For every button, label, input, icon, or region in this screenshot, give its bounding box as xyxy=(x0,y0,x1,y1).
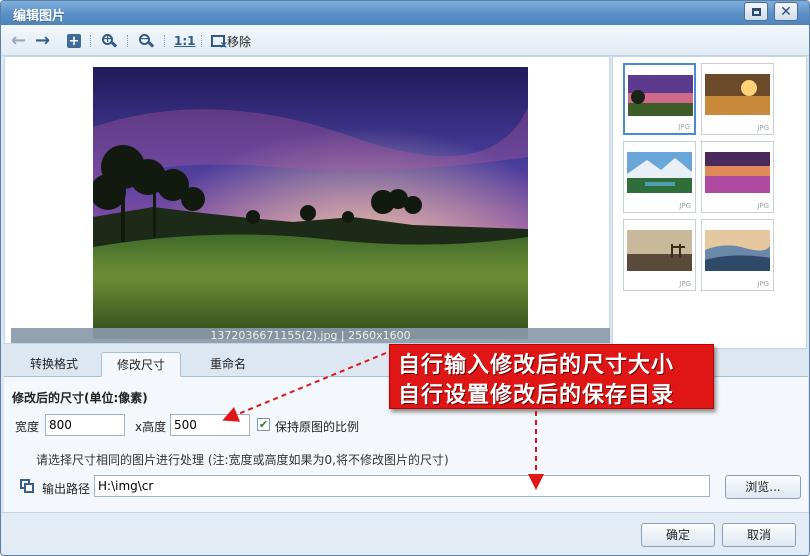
image-preview-area: 1372036671155(2).jpg | 2560x1600 xyxy=(4,56,610,344)
keep-ratio-checkbox[interactable]: ✔ xyxy=(257,418,270,431)
thumbnail-3[interactable]: JPG xyxy=(623,141,696,213)
image-caption-bar: 1372036671155(2).jpg | 2560x1600 xyxy=(11,328,610,343)
arrow-right-icon: → xyxy=(35,30,51,51)
zoom-out-button[interactable]: − xyxy=(139,32,155,50)
thumbnail-6[interactable]: JPG xyxy=(701,219,774,291)
resize-hint: 请选择尺寸相同的图片进行处理 (注:宽度或高度如果为0,将不修改图片的尺寸) xyxy=(36,453,449,467)
thumbnail-5[interactable]: JPG xyxy=(623,219,696,291)
title-bar: 编辑图片 ✕ xyxy=(1,1,809,25)
width-input[interactable]: 800 xyxy=(45,414,125,436)
ok-button[interactable]: 确定 xyxy=(641,523,715,547)
thumbnail-format: JPG xyxy=(679,202,691,210)
forward-button[interactable]: → xyxy=(35,32,50,50)
image-caption: 1372036671155(2).jpg | 2560x1600 xyxy=(210,329,411,342)
annotation-callout: 自行输入修改后的尺寸大小 自行设置修改后的保存目录 xyxy=(389,344,714,409)
cancel-button[interactable]: 取消 xyxy=(722,523,796,547)
actual-size-button[interactable]: 1:1 xyxy=(174,32,196,50)
output-path-input[interactable]: H:\img\cr xyxy=(94,475,710,497)
thumbnail-format: JPG xyxy=(757,202,769,210)
thumbnail-format: JPG xyxy=(678,123,690,131)
arrow-left-icon: ← xyxy=(11,30,27,51)
thumbnail-4[interactable]: JPG xyxy=(701,141,774,213)
remove-icon xyxy=(211,35,228,51)
thumbnail-format: JPG xyxy=(757,124,769,132)
annotation-line-2: 自行设置修改后的保存目录 xyxy=(398,383,675,408)
keep-ratio-label: 保持原图的比例 xyxy=(275,420,360,434)
thumbnail-format: JPG xyxy=(757,280,769,288)
tab-resize[interactable]: 修改尺寸 xyxy=(101,352,181,377)
height-label: x高度 xyxy=(135,420,167,434)
remove-label: 移除 xyxy=(227,34,252,49)
browse-button[interactable]: 浏览... xyxy=(725,475,801,499)
height-input[interactable]: 500 xyxy=(170,414,250,436)
output-folder-icon xyxy=(20,479,36,493)
maximize-icon xyxy=(751,7,761,16)
tab-convert-format[interactable]: 转换格式 xyxy=(14,352,94,377)
dialog-footer: 确定 取消 xyxy=(1,512,809,555)
remove-button[interactable]: 移除 xyxy=(211,32,252,51)
annotation-line-1: 自行输入修改后的尺寸大小 xyxy=(398,353,675,378)
zoom-in-button[interactable]: + xyxy=(102,32,118,50)
thumbnail-2[interactable]: JPG xyxy=(701,63,774,135)
window-title: 编辑图片 xyxy=(13,9,66,24)
maximize-button[interactable] xyxy=(744,2,768,21)
section-title: 修改后的尺寸(单位:像素) xyxy=(12,391,148,405)
width-label: 宽度 xyxy=(15,420,40,434)
preview-image xyxy=(93,67,528,339)
tab-rename[interactable]: 重命名 xyxy=(188,352,268,377)
output-path-label: 输出路径 xyxy=(42,482,91,496)
thumbnail-panel: JPG JPG JPG JPG JPG JPG xyxy=(612,56,807,349)
zoom-in-icon: + xyxy=(102,32,118,48)
close-button[interactable]: ✕ xyxy=(774,2,798,21)
actual-size-label: 1:1 xyxy=(174,34,196,48)
back-button[interactable]: ← xyxy=(11,32,26,50)
add-button[interactable]: + xyxy=(67,32,81,50)
thumbnail-format: JPG xyxy=(679,280,691,288)
close-icon: ✕ xyxy=(780,3,792,20)
edit-image-dialog: 编辑图片 ✕ ← → + + − 1:1 移除 xyxy=(0,0,810,556)
plus-box-icon: + xyxy=(67,33,81,49)
toolbar: ← → + + − 1:1 移除 xyxy=(1,25,809,56)
zoom-out-icon: − xyxy=(139,32,155,48)
thumbnail-1[interactable]: JPG xyxy=(623,63,696,135)
